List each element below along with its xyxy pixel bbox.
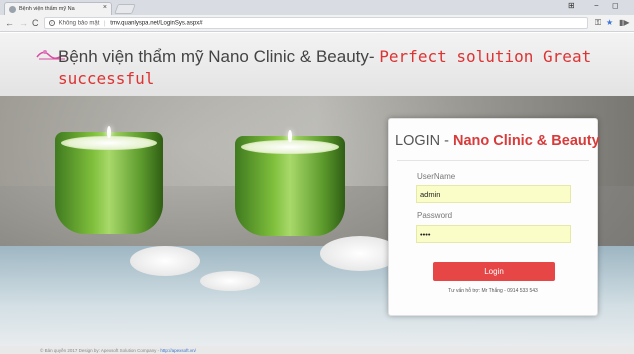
minimize-icon[interactable]: − bbox=[594, 1, 599, 10]
flame-icon bbox=[107, 126, 111, 138]
new-tab-button[interactable] bbox=[114, 4, 136, 14]
browser-tab-bar: Bệnh viện thẩm mỹ Na × ⊞ − ◻ bbox=[0, 0, 634, 15]
login-panel: LOGIN - Nano Clinic & Beauty UserName ad… bbox=[388, 118, 600, 316]
url-input[interactable]: i Không bảo mật | tmv.quanlyspa.net/Logi… bbox=[44, 17, 588, 29]
profile-icon[interactable]: ⊞ bbox=[568, 1, 575, 10]
url-text: tmv.quanlyspa.net/LoginSys.aspx# bbox=[110, 20, 203, 27]
login-title: LOGIN - Nano Clinic & Beauty bbox=[395, 133, 600, 149]
divider bbox=[397, 160, 589, 161]
browser-tab[interactable]: Bệnh viện thẩm mỹ Na × bbox=[4, 2, 112, 15]
footer-copyright: © Bản quyền 2017 Design by: Apexsoft Sol… bbox=[40, 348, 160, 353]
password-input[interactable]: •••• bbox=[416, 225, 571, 243]
reload-icon[interactable]: C bbox=[32, 18, 39, 28]
candle-left bbox=[55, 126, 163, 234]
flower-left bbox=[130, 246, 200, 276]
username-label: UserName bbox=[417, 172, 456, 181]
username-input[interactable]: admin bbox=[416, 185, 571, 203]
address-bar: ← → C i Không bảo mật | tmv.quanlyspa.ne… bbox=[0, 15, 634, 32]
info-icon[interactable]: i bbox=[49, 20, 55, 26]
star-icon[interactable]: ★ bbox=[606, 18, 613, 27]
forward-arrow-icon[interactable]: → bbox=[19, 18, 28, 28]
favicon-icon bbox=[9, 6, 16, 13]
maximize-icon[interactable]: ◻ bbox=[612, 1, 619, 10]
flower-petals bbox=[200, 271, 260, 291]
key-icon[interactable]: ⚿ bbox=[595, 18, 601, 28]
security-label: Không bảo mật bbox=[58, 20, 100, 27]
extension-icon[interactable]: ▮▶ bbox=[619, 18, 630, 27]
support-text: Tư vấn hỗ trợ: Mr Thắng - 0914 533 543 bbox=[448, 288, 538, 294]
separator: | bbox=[104, 20, 106, 27]
password-label: Password bbox=[417, 211, 453, 220]
login-brand: Nano Clinic & Beauty bbox=[453, 133, 600, 149]
login-button[interactable]: Login bbox=[433, 262, 555, 281]
password-value: •••• bbox=[420, 230, 431, 239]
username-value: admin bbox=[420, 190, 441, 199]
close-tab-icon[interactable]: × bbox=[103, 4, 107, 11]
title-main: Bệnh viện thẩm mỹ Nano Clinic & Beauty- bbox=[58, 47, 375, 66]
flame-icon bbox=[288, 130, 292, 142]
tab-title: Bệnh viện thẩm mỹ Na bbox=[19, 6, 75, 12]
footer-link[interactable]: http://apexsoft.vn/ bbox=[160, 348, 196, 353]
candle-right bbox=[235, 130, 345, 236]
site-header: Bệnh viện thẩm mỹ Nano Clinic & Beauty- … bbox=[0, 33, 634, 96]
page-title: Bệnh viện thẩm mỹ Nano Clinic & Beauty- … bbox=[58, 46, 618, 90]
back-arrow-icon[interactable]: ← bbox=[5, 18, 14, 28]
footer: © Bản quyền 2017 Design by: Apexsoft Sol… bbox=[0, 346, 634, 354]
